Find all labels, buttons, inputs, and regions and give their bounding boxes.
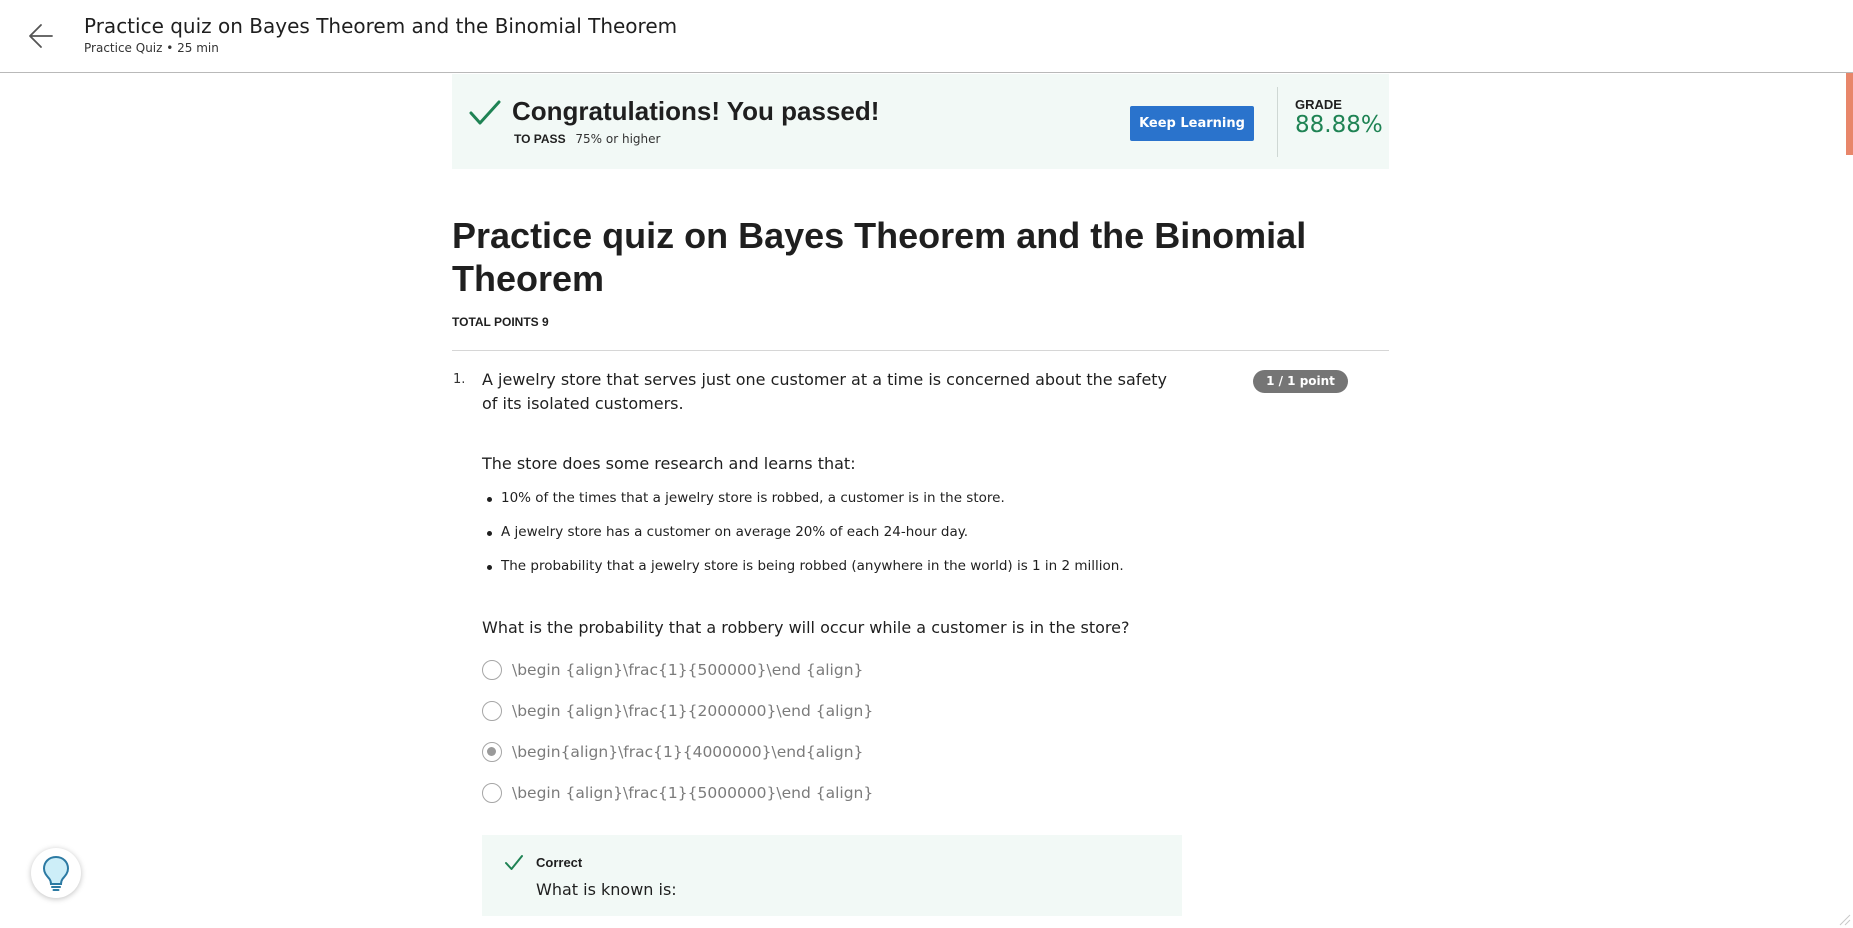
feedback-text: What is known is: bbox=[536, 880, 677, 899]
grade-value: 88.88% bbox=[1295, 112, 1383, 138]
check-icon bbox=[505, 855, 523, 870]
feedback-panel: Correct What is known is: bbox=[482, 835, 1182, 916]
research-intro: The store does some research and learns … bbox=[482, 454, 856, 473]
radio-button[interactable] bbox=[482, 742, 502, 762]
passed-heading: Congratulations! You passed! bbox=[512, 96, 880, 126]
points-badge: 1 / 1 point bbox=[1253, 370, 1348, 393]
top-header: Practice quiz on Bayes Theorem and the B… bbox=[0, 0, 1853, 73]
to-pass-value: 75% or higher bbox=[575, 132, 661, 146]
option-label: \begin {align}\frac{1}{2000000}\end {ali… bbox=[512, 702, 874, 720]
scroll-progress-marker bbox=[1846, 73, 1853, 155]
list-item: 10% of the times that a jewelry store is… bbox=[486, 490, 1124, 524]
to-pass-label: TO PASS bbox=[514, 132, 566, 146]
facts-list: 10% of the times that a jewelry store is… bbox=[486, 490, 1124, 592]
option-label: \begin{align}\frac{1}{4000000}\end{align… bbox=[512, 743, 864, 761]
quiz-title: Practice quiz on Bayes Theorem and the B… bbox=[452, 215, 1307, 299]
option-label: \begin {align}\frac{1}{5000000}\end {ali… bbox=[512, 784, 874, 802]
radio-button[interactable] bbox=[482, 783, 502, 803]
grade-label: GRADE bbox=[1295, 97, 1342, 112]
header-subtitle: Practice Quiz • 25 min bbox=[84, 41, 219, 55]
help-button[interactable] bbox=[31, 848, 81, 898]
radio-button[interactable] bbox=[482, 701, 502, 721]
arrow-left-icon bbox=[29, 24, 53, 48]
keep-learning-button[interactable]: Keep Learning bbox=[1130, 106, 1254, 141]
pass-requirement: TO PASS 75% or higher bbox=[514, 132, 660, 146]
total-points: TOTAL POINTS 9 bbox=[452, 315, 549, 329]
question-number: 1. bbox=[453, 372, 466, 387]
section-divider bbox=[452, 350, 1389, 351]
list-item: A jewelry store has a customer on averag… bbox=[486, 524, 1124, 558]
question-prompt: What is the probability that a robbery w… bbox=[482, 618, 1130, 637]
radio-button[interactable] bbox=[482, 660, 502, 680]
banner-divider bbox=[1277, 87, 1278, 157]
feedback-status: Correct bbox=[536, 855, 583, 870]
header-title: Practice quiz on Bayes Theorem and the B… bbox=[84, 14, 678, 38]
lightbulb-icon bbox=[42, 855, 70, 891]
resize-grip-icon bbox=[1839, 914, 1851, 926]
result-banner: Congratulations! You passed! TO PASS 75%… bbox=[452, 74, 1389, 169]
list-item: The probability that a jewelry store is … bbox=[486, 558, 1124, 592]
question-text: A jewelry store that serves just one cus… bbox=[482, 370, 1168, 413]
back-button[interactable] bbox=[26, 20, 58, 52]
check-icon bbox=[469, 100, 501, 125]
option-label: \begin {align}\frac{1}{500000}\end {alig… bbox=[512, 661, 864, 679]
